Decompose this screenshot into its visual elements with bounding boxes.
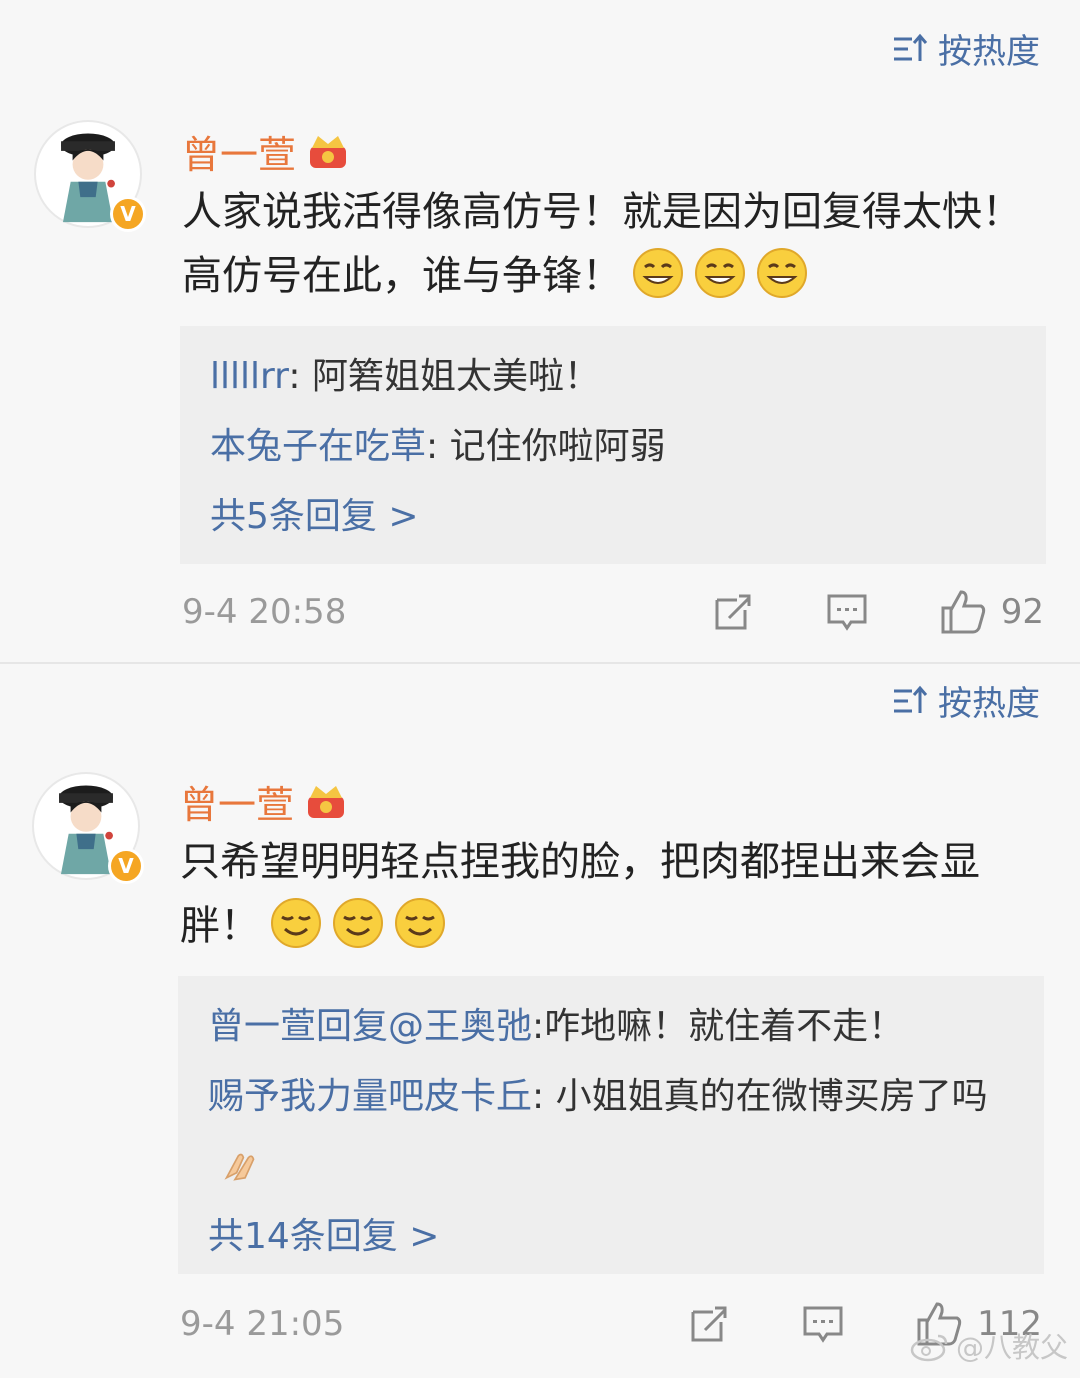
avatar[interactable]: V <box>34 120 146 232</box>
emoji-group <box>622 248 808 299</box>
sort-label: 按热度 <box>938 684 1040 724</box>
comment-icon[interactable] <box>801 1302 845 1346</box>
reply-user-link[interactable]: 本兔子在吃草 <box>210 426 426 467</box>
reply-line: lllllrr: 阿箬姐姐太美啦！ <box>210 342 1016 412</box>
timestamp: 9-4 21:05 <box>180 1304 345 1344</box>
verified-badge-icon: V <box>108 848 144 884</box>
weibo-logo-icon <box>910 1334 948 1362</box>
watermark: @八教父 <box>910 1326 1068 1366</box>
clapping-hands-icon <box>224 1153 255 1181</box>
comment-text: 只希望明明轻点捏我的脸，把肉都捏出来会显胖！ <box>180 830 1040 958</box>
grin-emoji-icon <box>633 248 683 298</box>
reply-preview-box[interactable]: lllllrr: 阿箬姐姐太美啦！ 本兔子在吃草: 记住你啦阿弱 共5条回复 > <box>180 326 1046 564</box>
comment-text-body: 人家说我活得像高仿号！就是因为回复得太快！高仿号在此，谁与争锋！ <box>182 189 1022 299</box>
grin-emoji-icon <box>695 248 745 298</box>
username[interactable]: 曾一萱 <box>180 774 348 829</box>
thumbs-up-icon <box>941 590 985 634</box>
view-all-replies-link[interactable]: 共14条回复 > <box>208 1202 1014 1272</box>
view-all-replies-link[interactable]: 共5条回复 > <box>210 482 1016 552</box>
crown-icon <box>308 785 345 818</box>
reply-text: 记住你啦阿弱 <box>449 426 666 467</box>
reply-separator: : <box>288 356 312 397</box>
reply-text: 小姐姐真的在微博买房了吗 <box>555 1076 988 1117</box>
reply-text: 阿箬姐姐太美啦！ <box>311 356 600 397</box>
like-count: 92 <box>1000 592 1044 632</box>
reply-line: 赐予我力量吧皮卡丘: 小姐姐真的在微博买房了吗 <box>208 1062 1014 1202</box>
sort-icon <box>894 685 928 713</box>
reply-user-link[interactable]: 赐予我力量吧皮卡丘 <box>208 1076 532 1117</box>
comment-text: 人家说我活得像高仿号！就是因为回复得太快！高仿号在此，谁与争锋！ <box>182 180 1042 308</box>
like-button[interactable]: 92 <box>939 588 1044 636</box>
smirk-emoji-icon <box>395 898 445 948</box>
sort-icon <box>894 33 928 61</box>
smirk-emoji-icon <box>333 898 383 948</box>
comment-icon[interactable] <box>825 590 869 634</box>
comment-footer: 9-4 20:58 92 <box>182 588 1044 636</box>
sort-label: 按热度 <box>938 32 1040 72</box>
repost-icon[interactable] <box>711 590 755 634</box>
sort-by-hot-button[interactable]: 按热度 <box>892 24 1040 73</box>
username-text: 曾一萱 <box>180 783 295 827</box>
repost-icon[interactable] <box>687 1302 731 1346</box>
sort-by-hot-button[interactable]: 按热度 <box>892 676 1040 725</box>
reply-separator: : <box>532 1006 545 1047</box>
watermark-text: @八教父 <box>955 1331 1068 1364</box>
reply-user-link[interactable]: lllllrr <box>210 356 288 397</box>
reply-separator: : <box>426 426 450 467</box>
reply-user-link[interactable]: 曾一萱回复@王奥弛 <box>208 1006 532 1047</box>
username[interactable]: 曾一萱 <box>182 124 350 179</box>
timestamp: 9-4 20:58 <box>182 592 347 632</box>
reply-line: 曾一萱回复@王奥弛:咋地嘛！就住着不走！ <box>208 992 1014 1062</box>
avatar[interactable]: V <box>32 772 144 884</box>
reply-line: 本兔子在吃草: 记住你啦阿弱 <box>210 412 1016 482</box>
emoji-group <box>260 898 446 949</box>
comment-card-2: 按热度 V 曾一萱 只希望明明轻点捏我的脸，把肉都捏出来会显胖！ 曾一萱回复@王… <box>0 664 1080 1378</box>
reply-separator: : <box>532 1076 556 1117</box>
comment-card-1: 按热度 V 曾一萱 人家说我活得像高仿号！就是因为回复得太快！高仿号在此，谁与争… <box>0 0 1080 662</box>
grin-emoji-icon <box>757 248 807 298</box>
smirk-emoji-icon <box>271 898 321 948</box>
verified-badge-icon: V <box>110 196 146 232</box>
crown-icon <box>310 135 347 168</box>
reply-preview-box[interactable]: 曾一萱回复@王奥弛:咋地嘛！就住着不走！ 赐予我力量吧皮卡丘: 小姐姐真的在微博… <box>178 976 1044 1274</box>
username-text: 曾一萱 <box>182 133 297 177</box>
reply-text: 咋地嘛！就住着不走！ <box>544 1006 905 1047</box>
